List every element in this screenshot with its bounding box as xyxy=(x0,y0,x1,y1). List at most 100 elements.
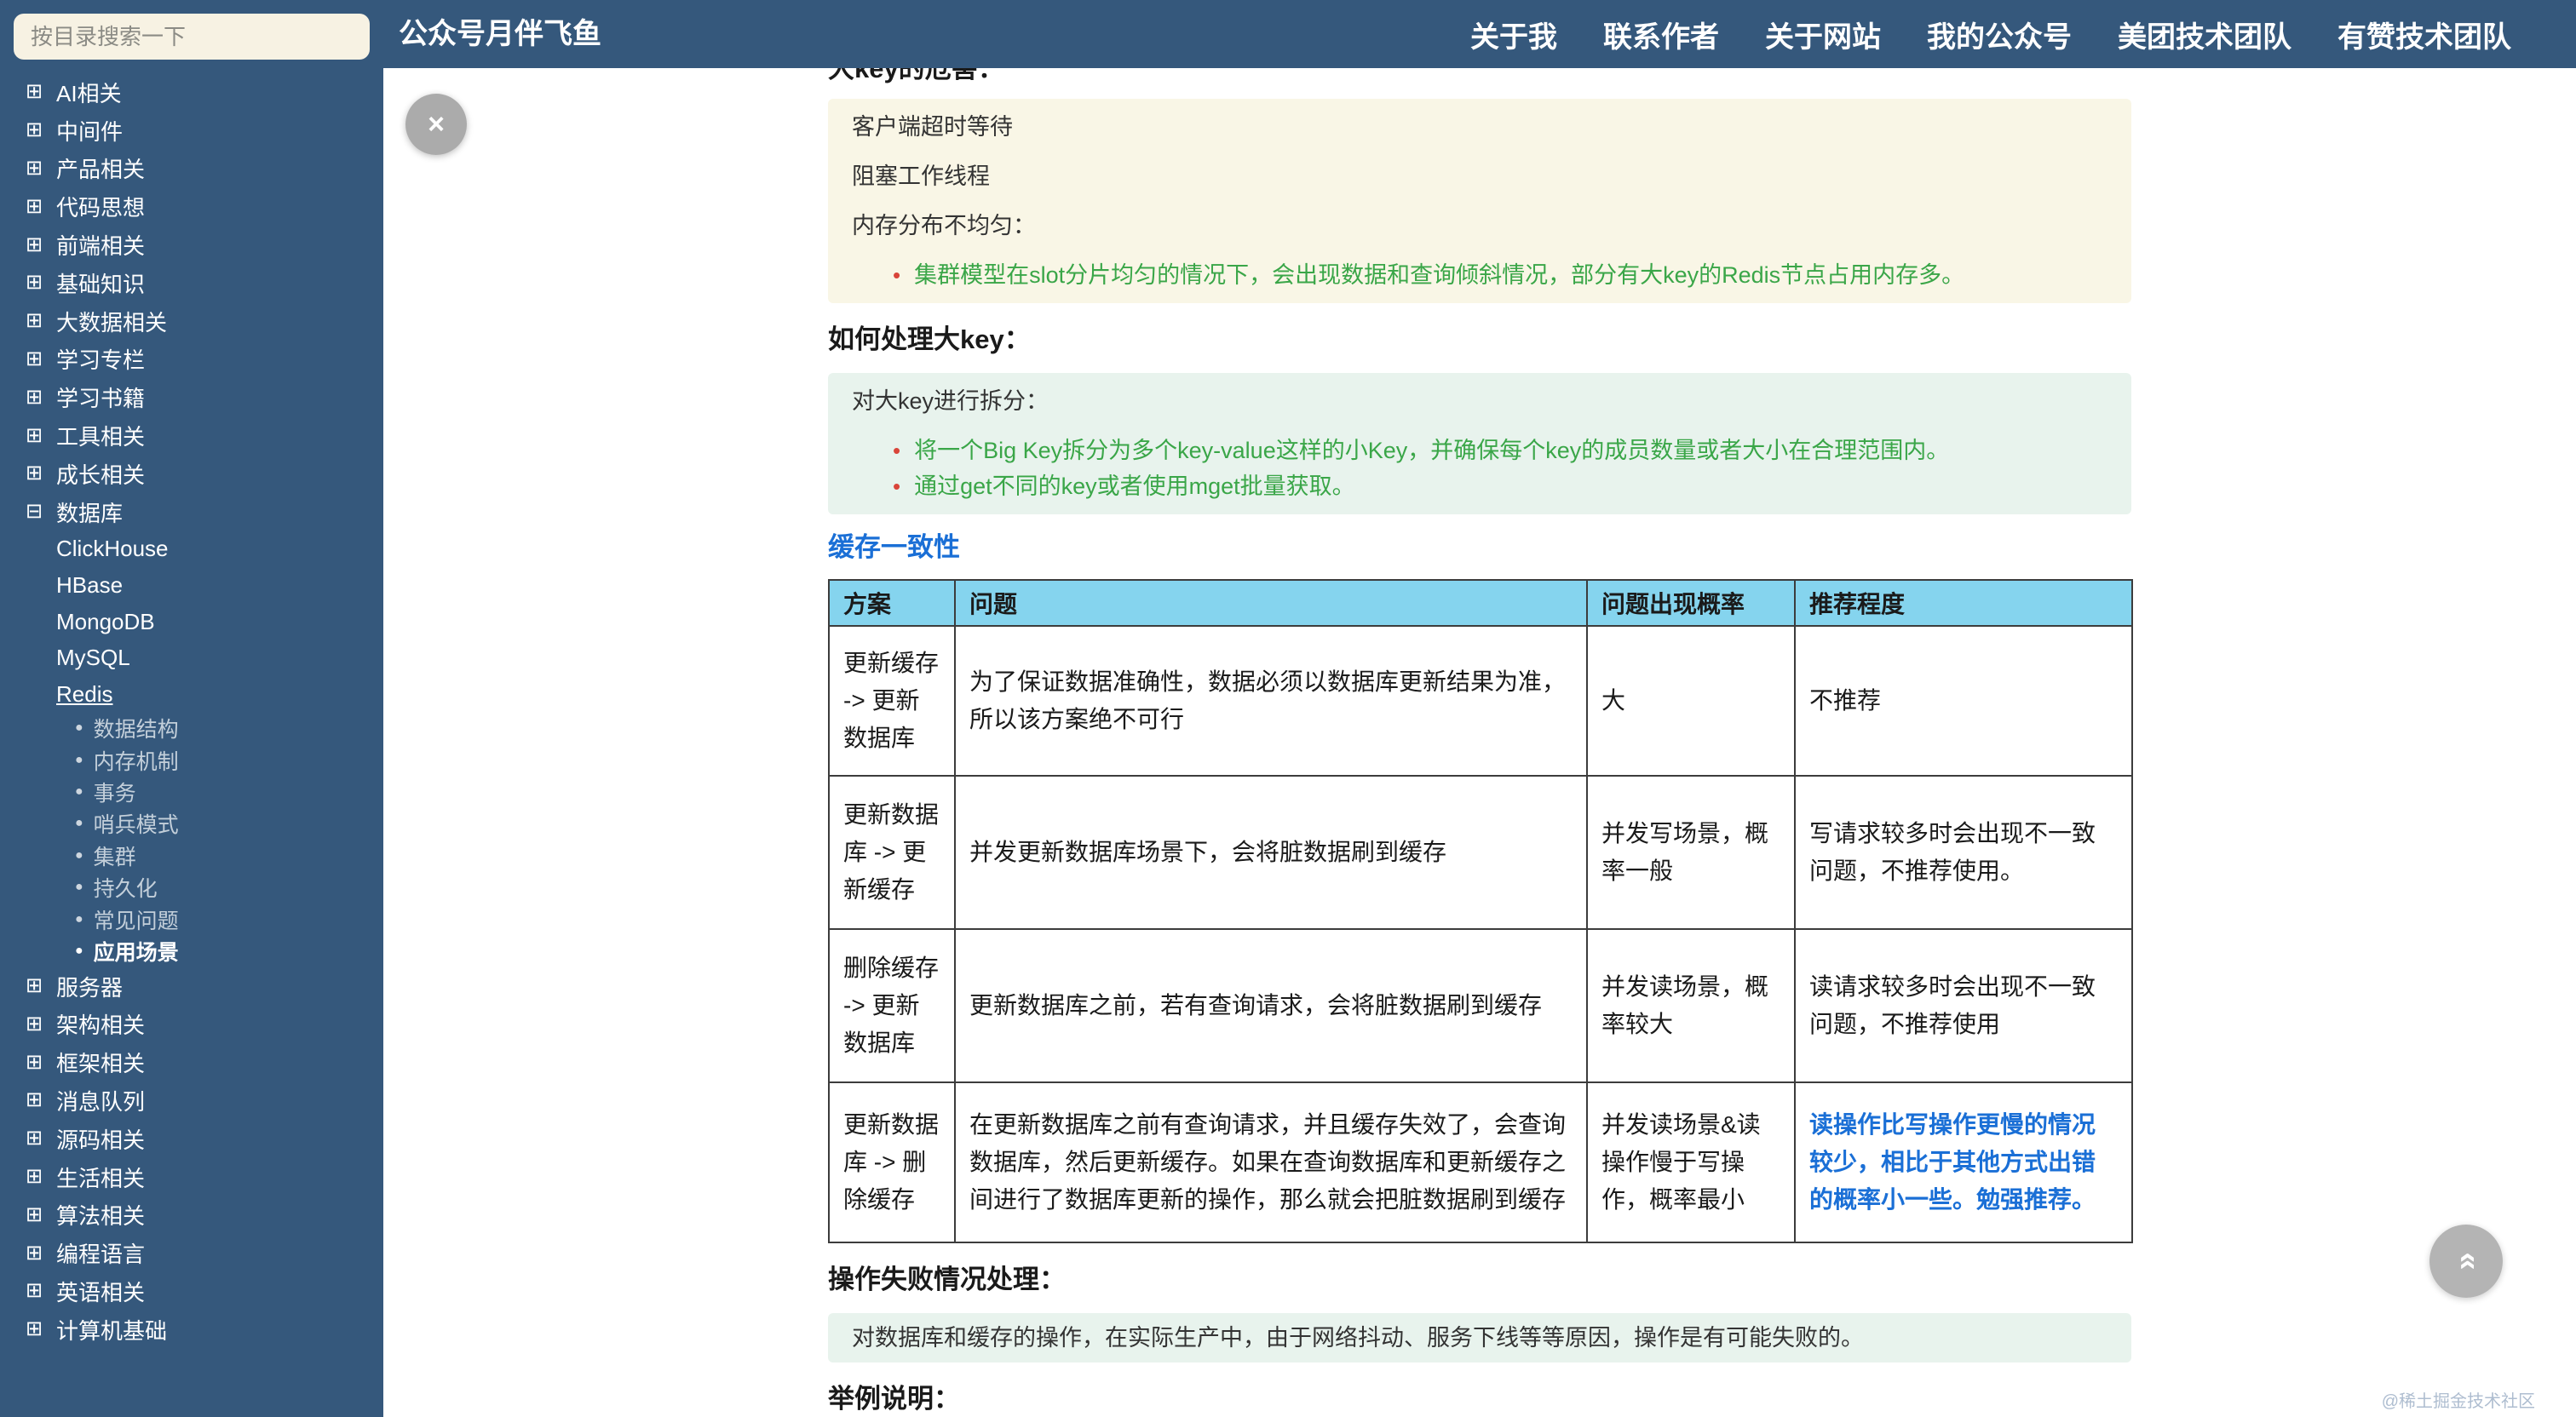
heading-handle-bigkey: 如何处理大key： xyxy=(828,324,1031,354)
sidebar-item-label: MongoDB xyxy=(56,608,155,634)
sidebar-item-frontend[interactable]: ⊞ 前端相关 xyxy=(0,226,383,264)
sidebar-item-hbase[interactable]: HBase xyxy=(0,567,383,604)
sidebar-item-ai[interactable]: ⊞ AI相关 xyxy=(0,73,383,112)
expand-icon[interactable]: ⊞ xyxy=(22,1128,46,1149)
expand-icon[interactable]: ⊞ xyxy=(22,1242,46,1264)
sidebar-item-label: MySQL xyxy=(56,645,130,671)
table-row: 更新数据库 -> 更新缓存 并发更新数据库场景下，会将脏数据刷到缓存 并发写场景… xyxy=(828,775,2133,930)
sidebar-item-application-scenarios[interactable]: ● 应用场景 xyxy=(0,935,383,967)
nav-contact-author[interactable]: 联系作者 xyxy=(1603,14,1719,55)
sidebar-item-label: 英语相关 xyxy=(56,1279,146,1305)
expand-icon[interactable]: ⊞ xyxy=(22,387,46,408)
sidebar-item-source-code[interactable]: ⊞ 源码相关 xyxy=(0,1120,383,1158)
expand-icon[interactable]: ⊞ xyxy=(22,234,46,255)
sidebar-item-redis[interactable]: Redis xyxy=(0,676,383,713)
expand-icon[interactable]: ⊞ xyxy=(22,1052,46,1073)
table-cell: 删除缓存 -> 更新数据库 xyxy=(828,928,956,1083)
sidebar-item-label: 源码相关 xyxy=(56,1127,146,1153)
sidebar-item-mongodb[interactable]: MongoDB xyxy=(0,604,383,640)
expand-icon[interactable]: ⊞ xyxy=(22,272,46,293)
table-cell: 在更新数据库之前有查询请求，并且缓存失效了，会查询数据库，然后更新缓存。如果在查… xyxy=(954,1081,1588,1243)
nav-about-site[interactable]: 关于网站 xyxy=(1765,14,1881,55)
expand-icon[interactable]: ⊞ xyxy=(22,158,46,179)
sidebar-item-english[interactable]: ⊞ 英语相关 xyxy=(0,1272,383,1311)
top-nav: 关于我 联系作者 关于网站 我的公众号 美团技术团队 有赞技术团队 xyxy=(1470,0,2511,68)
sidebar-item-sentinel-mode[interactable]: ● 哨兵模式 xyxy=(0,808,383,840)
sidebar-item-study-books[interactable]: ⊞ 学习书籍 xyxy=(0,378,383,416)
expand-icon[interactable]: ⊞ xyxy=(22,1204,46,1225)
sidebar-item-data-structure[interactable]: ● 数据结构 xyxy=(0,713,383,744)
cache-consistency-link[interactable]: 缓存一致性 xyxy=(828,531,2131,564)
sidebar-item-bigdata[interactable]: ⊞ 大数据相关 xyxy=(0,302,383,341)
sidebar-item-code-thought[interactable]: ⊞ 代码思想 xyxy=(0,187,383,226)
expand-icon[interactable]: ⊞ xyxy=(22,1167,46,1187)
bullet-icon: ● xyxy=(75,784,83,799)
expand-icon[interactable]: ⊞ xyxy=(22,463,46,484)
bullet-item: • 集群模型在slot分片均匀的情况下，会出现数据和查询倾斜情况，部分有大key的… xyxy=(893,261,2107,290)
nav-meituan-tech[interactable]: 美团技术团队 xyxy=(2118,14,2291,55)
expand-icon[interactable]: ⊞ xyxy=(22,1319,46,1340)
expand-icon[interactable]: ⊞ xyxy=(22,311,46,331)
sidebar-item-label: 持久化 xyxy=(93,877,158,902)
sidebar-item-transaction[interactable]: ● 事务 xyxy=(0,776,383,807)
sidebar-item-label: 服务器 xyxy=(56,974,124,1001)
collapse-icon[interactable]: ⊟ xyxy=(22,502,46,522)
sidebar-item-product[interactable]: ⊞ 产品相关 xyxy=(0,150,383,188)
sidebar-item-clickhouse[interactable]: ClickHouse xyxy=(0,531,383,568)
sidebar-item-cluster[interactable]: ● 集群 xyxy=(0,840,383,871)
nav-about-me[interactable]: 关于我 xyxy=(1470,14,1557,55)
sidebar-item-message-queue[interactable]: ⊞ 消息队列 xyxy=(0,1081,383,1120)
back-to-top-button[interactable]: » xyxy=(2429,1225,2503,1298)
table-cell: 并发读场景，概率较大 xyxy=(1586,928,1796,1083)
sidebar-item-label: ClickHouse xyxy=(56,536,169,562)
quote-line: 阻塞工作线程 xyxy=(852,164,990,189)
expand-icon[interactable]: ⊞ xyxy=(22,348,46,370)
bullet-list: • 将一个Big Key拆分为多个key-value这样的小Key，并确保每个ke… xyxy=(852,436,2107,501)
site-title[interactable]: 公众号月伴飞鱼 xyxy=(399,0,601,68)
expand-icon[interactable]: ⊞ xyxy=(22,82,46,102)
sidebar-item-persistence[interactable]: ● 持久化 xyxy=(0,871,383,903)
sidebar-item-common-problems[interactable]: ● 常见问题 xyxy=(0,904,383,935)
expand-icon[interactable]: ⊞ xyxy=(22,1281,46,1301)
sidebar-item-label: 工具相关 xyxy=(56,424,146,450)
expand-icon[interactable]: ⊞ xyxy=(22,1013,46,1035)
sidebar-item-architecture[interactable]: ⊞ 架构相关 xyxy=(0,1005,383,1043)
sidebar-item-label: Redis xyxy=(56,680,113,707)
toc-search-input[interactable] xyxy=(14,14,370,60)
expand-icon[interactable]: ⊞ xyxy=(22,120,46,141)
sidebar-item-algorithm[interactable]: ⊞ 算法相关 xyxy=(0,1196,383,1234)
sidebar-item-mysql[interactable]: MySQL xyxy=(0,640,383,676)
sidebar-item-label: 基础知识 xyxy=(56,271,146,297)
sidebar-item-tools[interactable]: ⊞ 工具相关 xyxy=(0,416,383,455)
sidebar-item-study-column[interactable]: ⊞ 学习专栏 xyxy=(0,341,383,379)
sidebar-close-button[interactable]: × xyxy=(405,94,467,155)
sidebar-item-life[interactable]: ⊞ 生活相关 xyxy=(0,1158,383,1196)
bullet-dot-icon: • xyxy=(893,262,901,288)
sidebar-item-memory-mechanism[interactable]: ● 内存机制 xyxy=(0,744,383,776)
sidebar-item-label: 内存机制 xyxy=(93,749,179,774)
expand-icon[interactable]: ⊞ xyxy=(22,196,46,217)
nav-youzan-tech[interactable]: 有赞技术团队 xyxy=(2337,14,2511,55)
cache-consistency-table: 方案 问题 问题出现概率 推荐程度 更新缓存 -> 更新数据库 为了保证数据准确… xyxy=(828,579,2133,1243)
expand-icon[interactable]: ⊞ xyxy=(22,425,46,446)
sidebar-item-label: 哨兵模式 xyxy=(93,813,179,838)
table-cell-recommended: 读操作比写操作更慢的情况较少，相比于其他方式出错的概率小一些。勉强推荐。 xyxy=(1794,1081,2133,1243)
sidebar-item-middleware[interactable]: ⊞ 中间件 xyxy=(0,112,383,150)
expand-icon[interactable]: ⊞ xyxy=(22,976,46,996)
sidebar-item-framework[interactable]: ⊞ 框架相关 xyxy=(0,1043,383,1081)
sidebar-item-label: 学习书籍 xyxy=(56,386,146,412)
sidebar-item-growth[interactable]: ⊞ 成长相关 xyxy=(0,455,383,493)
table-header-cell: 方案 xyxy=(828,579,956,627)
sidebar-item-label: 集群 xyxy=(93,845,136,869)
nav-my-wechat[interactable]: 我的公众号 xyxy=(1927,14,2072,55)
topbar: 公众号月伴飞鱼 关于我 联系作者 关于网站 我的公众号 美团技术团队 有赞技术团… xyxy=(0,0,2576,68)
bullet-text: 通过get不同的key或者使用mget批量获取。 xyxy=(914,473,1355,499)
bullet-icon: ● xyxy=(75,816,83,831)
sidebar-item-computer-basics[interactable]: ⊞ 计算机基础 xyxy=(0,1311,383,1349)
expand-icon[interactable]: ⊞ xyxy=(22,1090,46,1110)
sidebar-item-basics[interactable]: ⊞ 基础知识 xyxy=(0,264,383,302)
sidebar-item-programming-language[interactable]: ⊞ 编程语言 xyxy=(0,1234,383,1272)
bullet-icon: ● xyxy=(75,720,83,736)
sidebar-item-server[interactable]: ⊞ 服务器 xyxy=(0,967,383,1006)
sidebar-item-database[interactable]: ⊟ 数据库 xyxy=(0,493,383,531)
